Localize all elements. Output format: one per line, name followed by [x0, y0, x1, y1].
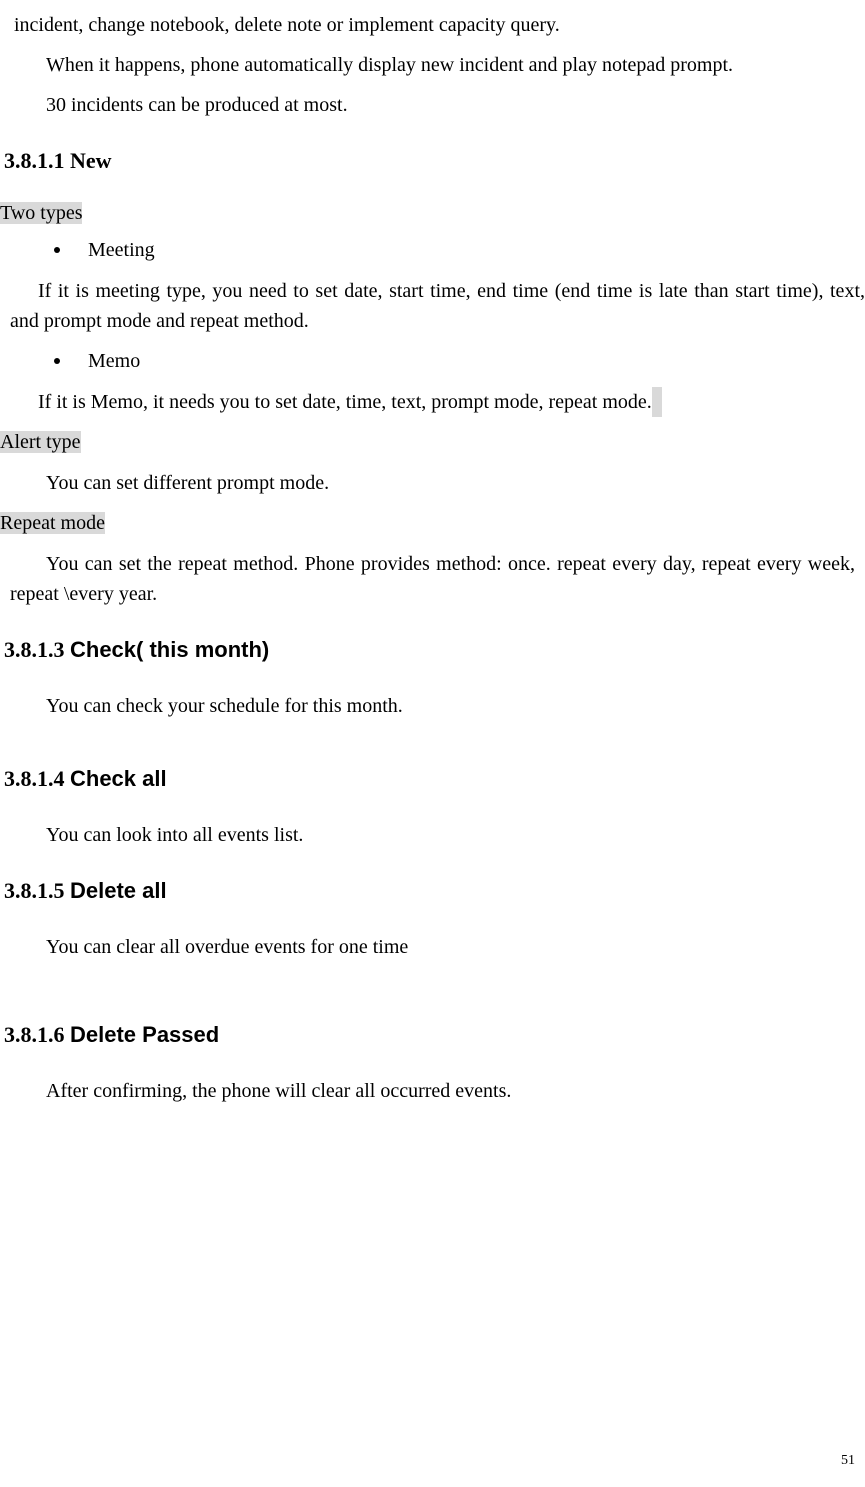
bullet-text: Memo	[88, 350, 140, 373]
highlight-trail	[652, 387, 662, 417]
section-heading-3-8-1-6: 3.8.1.6 Delete Passed	[4, 1022, 865, 1048]
bullet-dot-icon	[54, 247, 60, 253]
section-heading-3-8-1-1: 3.8.1.1 New	[4, 148, 865, 174]
paragraph-text: You can check your schedule for this mon…	[10, 691, 855, 721]
paragraph-text: If it is Memo, it needs you to set date,…	[10, 387, 865, 417]
section-heading-3-8-1-5: 3.8.1.5 Delete all	[4, 878, 865, 904]
memo-desc-text: If it is Memo, it needs you to set date,…	[38, 391, 652, 413]
highlighted-text: Alert type	[0, 431, 81, 453]
paragraph-text: You can look into all events list.	[10, 820, 855, 850]
paragraph-text: incident, change notebook, delete note o…	[10, 10, 855, 40]
paragraph-text: You can set different prompt mode.	[10, 468, 855, 498]
bullet-memo: Memo	[54, 350, 865, 373]
paragraph-text: You can set the repeat method. Phone pro…	[10, 549, 855, 609]
section-title: New	[70, 148, 112, 173]
section-number: 3.8.1.3	[4, 637, 65, 662]
alert-type-label: Alert type	[0, 431, 865, 454]
section-heading-3-8-1-3: 3.8.1.3 Check( this month)	[4, 637, 865, 663]
bullet-dot-icon	[54, 358, 60, 364]
section-title: Check all	[70, 766, 167, 791]
section-number: 3.8.1.1	[4, 148, 65, 173]
page-number: 51	[841, 1453, 855, 1469]
section-title: Check( this month)	[70, 637, 269, 662]
repeat-mode-label: Repeat mode	[0, 512, 865, 535]
bullet-meeting: Meeting	[54, 239, 865, 262]
highlighted-text: Two types	[0, 202, 82, 224]
paragraph-text: 30 incidents can be produced at most.	[10, 90, 855, 120]
section-heading-3-8-1-4: 3.8.1.4 Check all	[4, 766, 865, 792]
highlighted-text: Repeat mode	[0, 512, 105, 534]
section-title: Delete Passed	[70, 1022, 219, 1047]
paragraph-text: You can clear all overdue events for one…	[10, 932, 855, 962]
paragraph-text: After confirming, the phone will clear a…	[10, 1076, 855, 1106]
section-number: 3.8.1.6	[4, 1022, 65, 1047]
section-number: 3.8.1.4	[4, 766, 65, 791]
section-number: 3.8.1.5	[4, 878, 65, 903]
bullet-text: Meeting	[88, 239, 155, 262]
document-page: incident, change notebook, delete note o…	[0, 0, 865, 1106]
paragraph-text: When it happens, phone automatically dis…	[10, 50, 855, 80]
two-types-label: Two types	[0, 202, 865, 225]
section-title: Delete all	[70, 878, 167, 903]
paragraph-text: If it is meeting type, you need to set d…	[10, 276, 865, 336]
